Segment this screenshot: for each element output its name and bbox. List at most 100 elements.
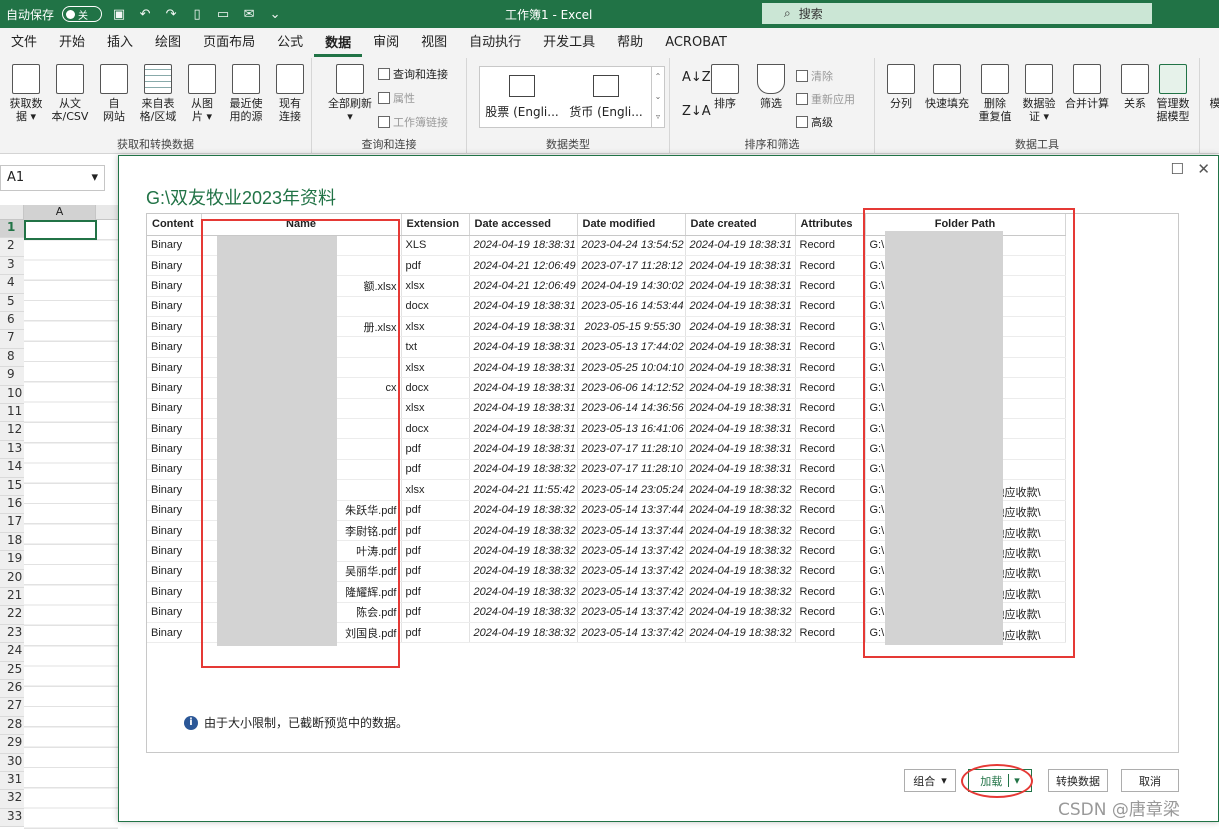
transform-data-button[interactable]: 转换数据 bbox=[1048, 769, 1108, 792]
row-header[interactable]: 32 bbox=[0, 790, 24, 809]
row-header[interactable]: 20 bbox=[0, 569, 24, 588]
ribbon-cutoff-button[interactable]: 模 bbox=[1205, 64, 1219, 110]
customize-toolbar-icon[interactable]: ⌄ bbox=[266, 7, 284, 22]
sheet-grid[interactable] bbox=[24, 220, 118, 829]
mail-icon[interactable]: ✉ bbox=[240, 7, 258, 22]
refresh-all-button[interactable]: 全部刷新 ▾ bbox=[322, 64, 378, 123]
autosave-toggle[interactable]: 关 bbox=[62, 6, 103, 22]
search-box[interactable]: ⌕ 搜索 bbox=[762, 3, 1152, 24]
table-cell: 2024-04-19 18:38:31 bbox=[685, 336, 796, 358]
row-header[interactable]: 10 bbox=[0, 385, 24, 404]
column-header[interactable]: Date created bbox=[685, 214, 796, 236]
row-header[interactable]: 17 bbox=[0, 514, 24, 533]
tab-7[interactable]: 审阅 bbox=[362, 28, 410, 58]
row-header[interactable]: 27 bbox=[0, 698, 24, 717]
row-header[interactable]: 11 bbox=[0, 404, 24, 423]
data-tool-button-3[interactable]: 数据验 证 ▾ bbox=[1017, 64, 1061, 123]
row-header[interactable]: 28 bbox=[0, 716, 24, 736]
tab-1[interactable]: 开始 bbox=[48, 28, 96, 58]
row-header[interactable]: 31 bbox=[0, 772, 24, 791]
column-header[interactable]: Date accessed bbox=[469, 214, 578, 236]
filter-button[interactable]: 筛选 bbox=[748, 64, 794, 110]
row-header[interactable]: 19 bbox=[0, 551, 24, 570]
close-icon[interactable]: ✕ bbox=[1197, 160, 1210, 178]
currencies-button[interactable]: 货币 (Engli... bbox=[566, 75, 646, 120]
row-header[interactable]: 15 bbox=[0, 477, 24, 496]
row-header[interactable]: 22 bbox=[0, 606, 24, 625]
get-data-button-0[interactable]: 获取数 据 ▾ bbox=[4, 64, 48, 123]
get-data-button-2[interactable]: 自 网站 bbox=[92, 64, 136, 123]
data-tool-button-6[interactable]: 管理数 据模型 bbox=[1151, 64, 1195, 123]
select-all-corner[interactable] bbox=[0, 205, 24, 220]
row-header[interactable]: 29 bbox=[0, 735, 24, 754]
cancel-button[interactable]: 取消 bbox=[1121, 769, 1179, 792]
column-header[interactable]: Extension bbox=[401, 214, 470, 236]
redo-icon[interactable]: ↷ bbox=[162, 7, 180, 22]
row-header[interactable]: 12 bbox=[0, 422, 24, 441]
tab-3[interactable]: 绘图 bbox=[144, 28, 192, 58]
get-data-button-6[interactable]: 现有 连接 bbox=[268, 64, 312, 123]
combine-button[interactable]: 组合 ▾ bbox=[904, 769, 956, 792]
sort-button[interactable]: 排序 bbox=[702, 64, 748, 110]
data-tool-button-1[interactable]: 快速填充 bbox=[921, 64, 973, 110]
row-header[interactable]: 16 bbox=[0, 496, 24, 515]
open-folder-icon[interactable]: ▭ bbox=[214, 7, 232, 22]
tab-9[interactable]: 自动执行 bbox=[458, 28, 532, 58]
row-header[interactable]: 4 bbox=[0, 275, 24, 294]
row-header[interactable]: 30 bbox=[0, 753, 24, 772]
tab-11[interactable]: 帮助 bbox=[606, 28, 654, 58]
row-header[interactable]: 13 bbox=[0, 440, 24, 460]
undo-icon[interactable]: ↶ bbox=[136, 7, 154, 22]
maximize-icon[interactable]: ☐ bbox=[1171, 160, 1184, 178]
gallery-scroll[interactable]: ⌃ ⌄ ▿ bbox=[651, 67, 664, 127]
data-tool-button-2[interactable]: 删除 重复值 bbox=[973, 64, 1017, 123]
tab-6[interactable]: 数据 bbox=[314, 30, 363, 57]
clear-filter-button[interactable]: 清除 bbox=[796, 68, 833, 84]
tab-10[interactable]: 开发工具 bbox=[532, 28, 606, 58]
name-box-dropdown-icon[interactable]: ▾ bbox=[91, 170, 98, 186]
row-header[interactable]: 9 bbox=[0, 367, 24, 386]
new-file-icon[interactable]: ▯ bbox=[188, 7, 206, 22]
row-header[interactable]: 1 bbox=[0, 220, 24, 239]
get-data-button-3[interactable]: 来自表 格/区域 bbox=[136, 64, 180, 123]
get-data-button-1[interactable]: 从文 本/CSV bbox=[48, 64, 92, 123]
tab-8[interactable]: 视图 bbox=[410, 28, 458, 58]
row-header[interactable]: 23 bbox=[0, 624, 24, 644]
tab-2[interactable]: 插入 bbox=[96, 28, 144, 58]
active-cell-a1[interactable] bbox=[24, 220, 97, 240]
tab-5[interactable]: 公式 bbox=[266, 28, 314, 58]
row-header[interactable]: 5 bbox=[0, 293, 24, 312]
stocks-button[interactable]: 股票 (Engli... bbox=[482, 75, 562, 120]
column-header[interactable]: Date modified bbox=[577, 214, 686, 236]
row-header[interactable]: 33 bbox=[0, 808, 24, 828]
row-header[interactable]: 18 bbox=[0, 532, 24, 552]
get-data-button-4[interactable]: 从图 片 ▾ bbox=[180, 64, 224, 123]
row-header[interactable]: 26 bbox=[0, 680, 24, 699]
tab-0[interactable]: 文件 bbox=[0, 28, 48, 58]
column-header[interactable]: Attributes bbox=[795, 214, 866, 236]
row-header[interactable]: 3 bbox=[0, 256, 24, 276]
data-tool-button-0[interactable]: 分列 bbox=[879, 64, 923, 110]
row-header[interactable]: 2 bbox=[0, 238, 24, 257]
advanced-filter-button[interactable]: 高级 bbox=[796, 114, 833, 130]
row-header[interactable]: 8 bbox=[0, 348, 24, 368]
data-tool-button-4[interactable]: 合并计算 bbox=[1061, 64, 1113, 110]
get-data-button-5[interactable]: 最近使 用的源 bbox=[224, 64, 268, 123]
queries-connections-button[interactable]: 查询和连接 bbox=[378, 66, 448, 82]
column-header-a[interactable]: A bbox=[24, 205, 96, 220]
save-icon[interactable]: ▣ bbox=[110, 7, 128, 22]
name-box[interactable]: A1 ▾ bbox=[0, 165, 105, 191]
row-header[interactable]: 24 bbox=[0, 643, 24, 662]
workbook-links-button[interactable]: 工作簿链接 bbox=[378, 114, 448, 130]
reapply-button[interactable]: 重新应用 bbox=[796, 91, 855, 107]
tab-4[interactable]: 页面布局 bbox=[192, 28, 266, 58]
row-header[interactable]: 7 bbox=[0, 330, 24, 349]
column-header[interactable]: Content bbox=[147, 214, 202, 236]
properties-button[interactable]: 属性 bbox=[378, 90, 415, 106]
row-header[interactable]: 6 bbox=[0, 312, 24, 331]
row-header[interactable]: 25 bbox=[0, 661, 24, 680]
table-cell: 2024-04-19 18:38:32 bbox=[685, 602, 796, 623]
row-header[interactable]: 21 bbox=[0, 588, 24, 607]
row-header[interactable]: 14 bbox=[0, 459, 24, 478]
tab-12[interactable]: ACROBAT bbox=[654, 28, 738, 58]
